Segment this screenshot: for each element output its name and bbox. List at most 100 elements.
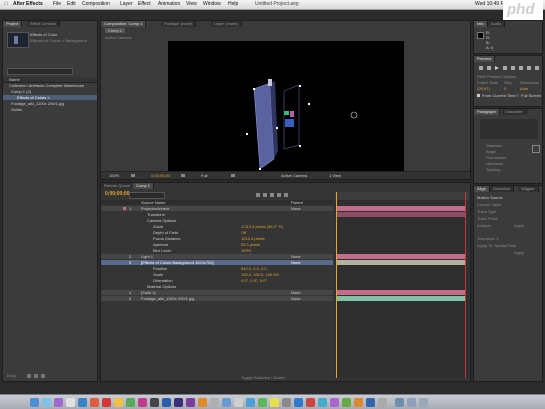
utility-icon[interactable] (282, 398, 291, 407)
mute-icon[interactable] (519, 66, 523, 70)
menu-animation[interactable]: Animation (158, 1, 180, 8)
property-value[interactable]: 1,013.3 pixels (36.2° H) (241, 224, 283, 229)
menu-edit[interactable]: Edit (67, 1, 76, 8)
brush-tips-list[interactable] (480, 119, 538, 139)
menu-file[interactable]: File (53, 1, 61, 8)
draft-3d-icon[interactable] (256, 193, 260, 197)
shy-icon[interactable] (263, 193, 267, 197)
comp-breadcrumb[interactable]: Comp 1 (105, 28, 126, 33)
layer-bar[interactable] (337, 212, 465, 217)
tab-render-queue[interactable]: Render Queue (101, 183, 135, 189)
timeline-timecode[interactable]: 0;00;00;00 (105, 192, 129, 197)
iphoto-icon[interactable] (138, 398, 147, 407)
toggle-switches-modes[interactable]: Toggle Switches / Modes (241, 375, 285, 380)
premiere-icon[interactable] (186, 398, 195, 407)
tab-wiggler[interactable]: Wiggler (518, 186, 539, 192)
property-value[interactable]: 25.3 pixels (241, 242, 260, 247)
timeline-search-input[interactable] (129, 192, 165, 199)
tab-paragraph[interactable]: Paragraph (474, 109, 500, 115)
layer-property[interactable]: Zoom 1,013.3 pixels (36.2° H) (101, 224, 333, 229)
ram-preview-options[interactable]: RAM Preview Options (477, 74, 516, 79)
documents-stack-icon[interactable] (407, 398, 416, 407)
property-value[interactable]: 100.0, 100.0, 100.0% (241, 272, 279, 277)
layer-bar[interactable] (337, 254, 465, 259)
bpc-toggle[interactable]: 8 bpc (7, 373, 17, 378)
layer-property[interactable]: Blur Level 100% (101, 248, 333, 253)
comp-timecode[interactable]: 0;00;00;00 (151, 173, 170, 178)
tab-composition[interactable]: Composition: Comp 1 (101, 21, 147, 27)
app-icon[interactable] (366, 398, 375, 407)
tab-character[interactable]: Character (502, 109, 527, 115)
layer-property[interactable]: Orientation 0.0°, 0.0°, 0.0° (101, 278, 333, 283)
new-folder-icon[interactable] (27, 374, 31, 378)
layer-bar[interactable] (337, 206, 465, 211)
notes-icon[interactable] (114, 398, 123, 407)
menu-view[interactable]: View (186, 1, 197, 8)
messages-icon[interactable] (258, 398, 267, 407)
illustrator-icon[interactable] (198, 398, 207, 407)
smoother-apply-button[interactable]: Apply (514, 250, 524, 255)
layer-property[interactable]: Camera Options (101, 218, 333, 223)
layer-property[interactable]: Scale 100.0, 100.0, 100.0% (101, 272, 333, 277)
app-icon[interactable] (306, 398, 315, 407)
layer-row[interactable]: 4 [Solid 1] None (101, 290, 333, 295)
frame-blending-icon[interactable] (270, 193, 274, 197)
layer-bar[interactable] (337, 290, 465, 295)
app-icon[interactable] (342, 398, 351, 407)
preferences-icon[interactable] (210, 398, 219, 407)
layer-row[interactable]: 5 Footage_aiki_1100x 200/1.jpg None (101, 296, 333, 301)
layer-bar[interactable] (337, 260, 465, 265)
timeline-track-area[interactable] (335, 192, 469, 378)
app-icon[interactable] (330, 398, 339, 407)
layer-property[interactable]: Transform (101, 212, 333, 217)
menu-composition[interactable]: Composition (82, 1, 110, 8)
full-screen-checkbox[interactable] (516, 94, 519, 97)
current-time-indicator[interactable] (336, 192, 337, 378)
tab-project[interactable]: Project (3, 21, 23, 27)
mail-icon[interactable] (66, 398, 75, 407)
tab-smoother[interactable]: Smoother (490, 186, 515, 192)
menu-window[interactable]: Window (203, 1, 221, 8)
camera-dropdown[interactable]: Active Camera (281, 173, 307, 178)
new-comp-icon[interactable] (34, 374, 38, 378)
layer-property[interactable]: Focus Distance 1013.3 pixels (101, 236, 333, 241)
trash-icon[interactable] (41, 374, 45, 378)
project-item[interactable]: Comp 1 (2) (3, 89, 97, 94)
itunes-icon[interactable] (126, 398, 135, 407)
project-item[interactable]: Collection: Artefacts Complete Warehouse (3, 83, 97, 88)
property-value[interactable]: 512.0, 0.0, 0.0 (241, 266, 267, 271)
work-area-end[interactable] (465, 192, 466, 378)
tab-align[interactable]: Align (474, 186, 490, 192)
project-item[interactable]: Footage_aiki_1100x 200/1.jpg (3, 101, 97, 106)
project-search-input[interactable] (7, 68, 73, 75)
layer-bar[interactable] (337, 296, 465, 301)
tab-timeline-comp[interactable]: Comp 1 (133, 183, 155, 189)
tab-info[interactable]: Info (474, 21, 488, 27)
project-item[interactable]: Solids (3, 107, 97, 112)
menu-help[interactable]: Help (228, 1, 238, 8)
apple-icon[interactable]:  (4, 1, 8, 8)
ram-preview-icon[interactable] (535, 66, 539, 70)
first-frame-icon[interactable] (479, 66, 483, 70)
layer-row[interactable]: 1 Projector/Inherit None (101, 206, 333, 211)
tab-effect-controls[interactable]: Effect Controls (27, 21, 61, 27)
column-parent[interactable]: Parent (291, 200, 303, 205)
safari-icon[interactable] (78, 398, 87, 407)
app-icon[interactable] (378, 398, 387, 407)
layer-property[interactable]: Aperture 25.3 pixels (101, 242, 333, 247)
resolution-dropdown[interactable]: Full (201, 173, 207, 178)
dashboard-icon[interactable] (42, 398, 51, 407)
layer-property[interactable]: Position 512.0, 0.0, 0.0 (101, 266, 333, 271)
menu-layer[interactable]: Layer (120, 1, 133, 8)
finder-icon[interactable] (30, 398, 39, 407)
transparency-grid-icon[interactable] (231, 174, 235, 177)
zoom-dropdown[interactable]: 100% (109, 173, 119, 178)
downloads-stack-icon[interactable] (395, 398, 404, 407)
property-value[interactable]: Off (241, 230, 246, 235)
play-icon[interactable] (495, 66, 499, 70)
tab-layer[interactable]: Layer: (none) (211, 21, 242, 27)
layer-row-selected[interactable]: 3 [Effects of Colors Background 1024x700… (101, 260, 333, 265)
after-effects-icon[interactable] (174, 398, 183, 407)
motion-blur-icon[interactable] (277, 193, 281, 197)
layer-property[interactable]: Depth of Field Off (101, 230, 333, 235)
